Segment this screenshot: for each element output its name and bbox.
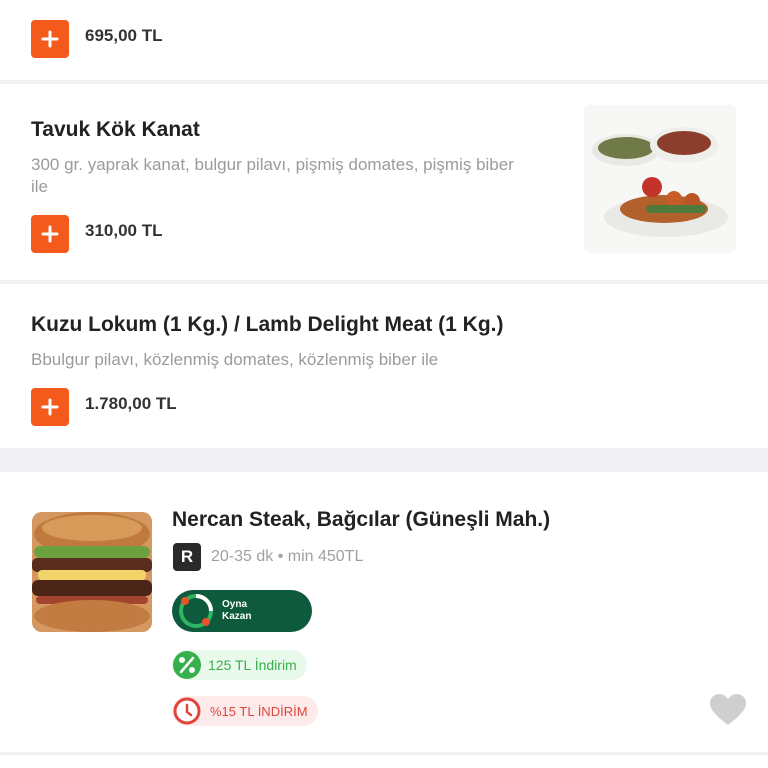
product-description: 300 gr. yaprak kanat, bulgur pilavı, piş… (31, 155, 514, 196)
product-title: Kuzu Lokum (1 Kg.) / Lamb Delight Meat (… (31, 313, 504, 336)
add-to-cart-button[interactable] (31, 215, 69, 253)
section-divider (0, 448, 768, 472)
add-to-cart-button[interactable] (31, 388, 69, 426)
play-earn-ring-icon (179, 594, 213, 628)
product-price: 310,00 TL (85, 221, 163, 240)
divider (0, 752, 768, 755)
play-earn-line2: Kazan (222, 611, 252, 622)
food-image (584, 105, 736, 253)
deal-text: %15 TL İNDİRİM (210, 703, 308, 719)
percent-icon (173, 651, 201, 679)
truncated-description (40, 0, 740, 2)
discount-badge: 125 TL İndirim (172, 650, 307, 680)
restaurant-r-icon: R (173, 543, 201, 571)
restaurant-name[interactable]: Nercan Steak, Bağcılar (Güneşli Mah.) (172, 508, 550, 532)
clock-icon (173, 697, 201, 725)
discount-text: 125 TL İndirim (208, 657, 297, 673)
product-description: Bbulgur pilavı, közlenmiş domates, közle… (31, 350, 439, 369)
plus-icon (41, 225, 59, 243)
heart-icon[interactable] (709, 693, 747, 727)
play-earn-line1: Oyna (222, 599, 248, 610)
product-card-3[interactable]: Kuzu Lokum (1 Kg.) / Lamb Delight Meat (… (0, 284, 768, 448)
delivery-info: 20-35 dk • min 450TL (211, 548, 364, 565)
product-price: 1.780,00 TL (85, 394, 177, 413)
restaurant-image (32, 512, 152, 632)
play-earn-badge[interactable]: Oyna Kazan (172, 590, 312, 632)
product-price: 695,00 TL (85, 26, 163, 45)
add-to-cart-button[interactable] (31, 20, 69, 58)
product-title: Tavuk Kök Kanat (31, 118, 200, 141)
deal-badge: %15 TL İNDİRİM (172, 696, 318, 726)
plus-icon (41, 30, 59, 48)
plus-icon (41, 398, 59, 416)
product-card-1[interactable]: 695,00 TL (0, 0, 768, 80)
